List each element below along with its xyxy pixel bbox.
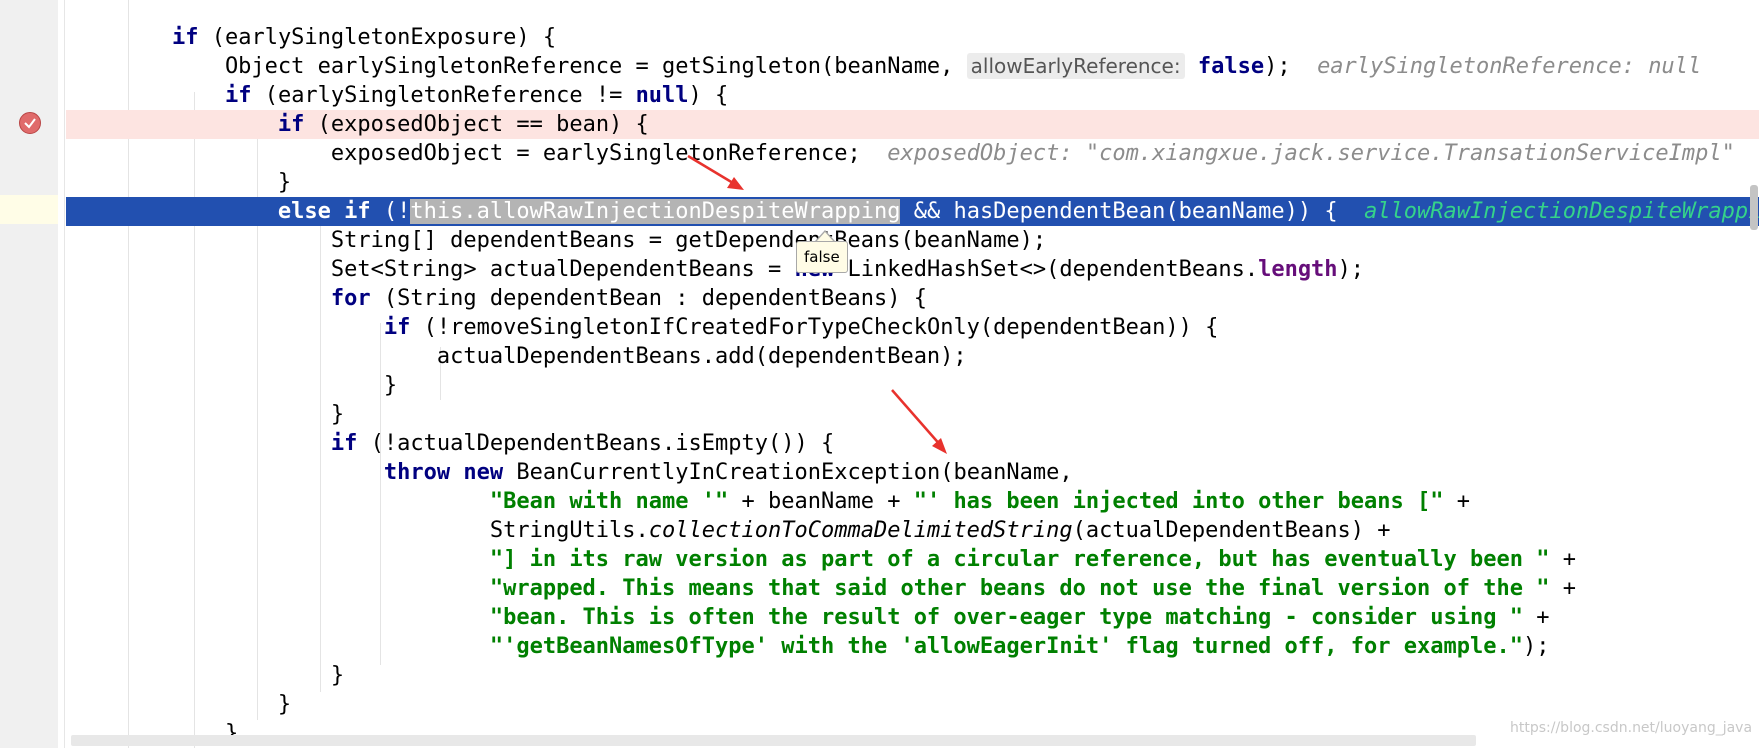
red-arrow-2 [891,389,943,448]
horizontal-scrollbar[interactable] [71,735,1476,746]
red-arrowhead-1 [727,177,744,190]
red-arrow-annotations [687,154,947,454]
watermark-text: https://blog.csdn.net/luoyang_java [1510,720,1753,736]
vertical-scrollbar-thumb[interactable] [1750,185,1758,230]
red-arrow-1 [687,154,739,188]
red-arrowhead-2 [932,438,947,454]
